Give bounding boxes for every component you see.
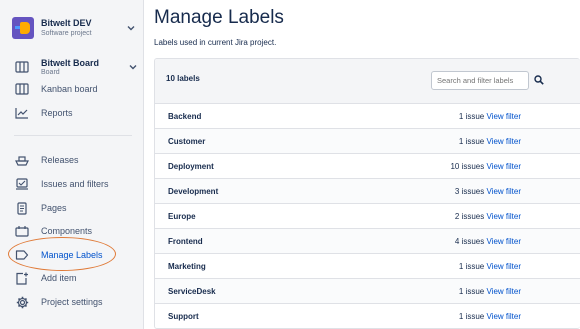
ship-icon — [14, 152, 30, 168]
label-issue-count: 3 issues View filter — [454, 186, 521, 196]
gear-icon — [14, 294, 30, 310]
table-row: Backend 1 issue View filter — [155, 103, 580, 128]
view-filter-link[interactable]: View filter — [486, 137, 521, 146]
table-row: Support 1 issue View filter — [155, 303, 580, 328]
project-type: Software project — [41, 30, 92, 37]
label-count: 10 labels — [166, 74, 200, 83]
sidebar-item-label: Pages — [41, 203, 67, 213]
view-filter-link[interactable]: View filter — [486, 187, 521, 196]
table-row: Frontend 4 issues View filter — [155, 228, 580, 253]
sidebar-divider — [14, 135, 132, 136]
label-name: Support — [168, 311, 199, 321]
label-issue-count: 10 issues View filter — [450, 161, 521, 171]
view-filter-link[interactable]: View filter — [486, 262, 521, 271]
add-item-icon — [14, 270, 30, 286]
sidebar-item-label: Project settings — [41, 297, 103, 307]
page-description: Labels used in current Jira project. — [154, 38, 277, 47]
search-icon[interactable] — [532, 73, 546, 87]
label-issue-count: 1 issue View filter — [458, 111, 521, 121]
sidebar-item-pages[interactable]: Pages — [14, 198, 138, 218]
sidebar-item-project-settings[interactable]: Project settings — [14, 292, 138, 312]
table-row: Marketing 1 issue View filter — [155, 253, 580, 278]
table-row: ServiceDesk 1 issue View filter — [155, 278, 580, 303]
board-icon — [14, 59, 30, 75]
table-row: Deployment 10 issues View filter — [155, 153, 580, 178]
label-name: Frontend — [168, 236, 203, 246]
view-filter-link[interactable]: View filter — [486, 237, 521, 246]
labels-table: Backend 1 issue View filter Customer 1 i… — [155, 103, 580, 328]
sidebar-item-label: Add item — [41, 273, 77, 283]
view-filter-link[interactable]: View filter — [486, 112, 521, 121]
label-issue-count: 2 issues View filter — [454, 211, 521, 221]
chevron-down-icon[interactable] — [126, 23, 136, 33]
highlight-annotation — [8, 237, 116, 271]
component-icon — [14, 223, 30, 239]
sidebar-item-add-item[interactable]: Add item — [14, 268, 138, 288]
sidebar-item-label: Reports — [41, 108, 73, 118]
view-filter-link[interactable]: View filter — [486, 287, 521, 296]
sidebar-item-label: Issues and filters — [41, 179, 109, 189]
label-issue-count: 1 issue View filter — [458, 311, 521, 321]
project-avatar — [12, 17, 34, 39]
view-filter-link[interactable]: View filter — [486, 162, 521, 171]
chart-line-icon — [14, 105, 30, 121]
issues-icon — [14, 176, 30, 192]
label-issue-count: 1 issue View filter — [458, 136, 521, 146]
view-filter-link[interactable]: View filter — [486, 212, 521, 221]
chevron-down-icon[interactable] — [128, 62, 138, 72]
label-issue-count: 1 issue View filter — [458, 286, 521, 296]
table-row: Europe 2 issues View filter — [155, 203, 580, 228]
page-title: Manage Labels — [154, 7, 284, 28]
label-issue-count: 4 issues View filter — [454, 236, 521, 246]
columns-icon — [14, 81, 30, 97]
view-filter-link[interactable]: View filter — [486, 312, 521, 321]
sidebar-item-kanban-board[interactable]: Kanban board — [14, 79, 138, 99]
project-sidebar: Bitwelt DEV Software project Bitwelt Boa… — [0, 0, 144, 329]
sidebar-item-label: Components — [41, 226, 93, 236]
board-sub: Board — [41, 68, 60, 76]
project-switcher[interactable]: Bitwelt DEV Software project — [12, 14, 136, 42]
sidebar-item-label: Kanban board — [41, 84, 98, 94]
label-issue-count: 1 issue View filter — [458, 261, 521, 271]
label-name: Marketing — [168, 261, 206, 271]
labels-panel: 10 labels Backend 1 issue View filter Cu… — [154, 58, 580, 329]
sidebar-item-releases[interactable]: Releases — [14, 150, 138, 170]
page-icon — [14, 200, 30, 216]
sidebar-item-label: Releases — [41, 155, 79, 165]
main-content: Manage Labels Labels used in current Jir… — [154, 0, 580, 329]
label-search-input[interactable] — [431, 71, 529, 90]
label-name: Backend — [168, 111, 202, 121]
table-row: Development 3 issues View filter — [155, 178, 580, 203]
board-name: Bitwelt Board — [41, 57, 100, 68]
sidebar-item-reports[interactable]: Reports — [14, 103, 138, 123]
labels-panel-header: 10 labels — [155, 59, 580, 102]
sidebar-item-issues-and-filters[interactable]: Issues and filters — [14, 174, 138, 194]
sidebar-item-board[interactable]: Bitwelt Board Board — [14, 56, 138, 78]
label-name: Deployment — [168, 161, 214, 171]
label-name: ServiceDesk — [168, 286, 216, 296]
table-row: Customer 1 issue View filter — [155, 128, 580, 153]
label-name: Development — [168, 186, 219, 196]
label-name: Europe — [168, 211, 196, 221]
label-name: Customer — [168, 136, 206, 146]
project-name: Bitwelt DEV — [41, 18, 92, 28]
